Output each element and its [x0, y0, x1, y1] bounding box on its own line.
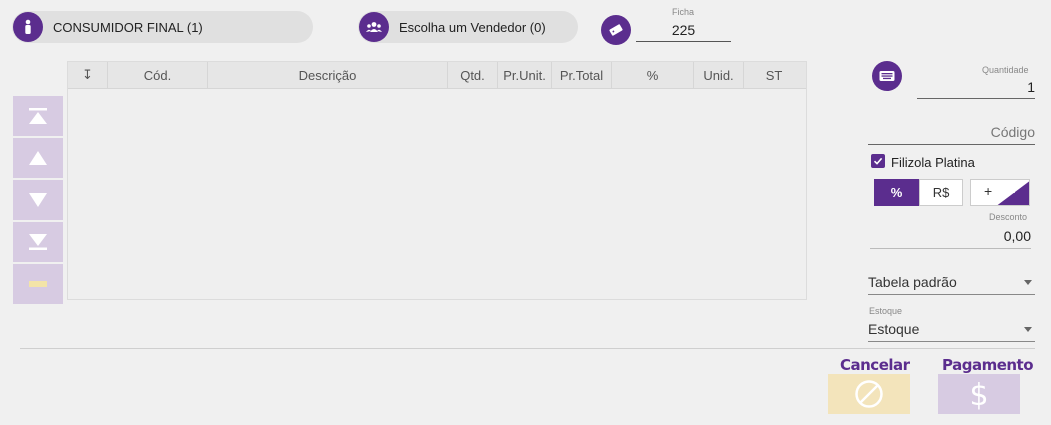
check-icon: [873, 157, 883, 165]
ticket-icon: [609, 24, 623, 36]
divider: [20, 348, 1035, 349]
dollar-icon: $: [969, 378, 988, 411]
ficha-field[interactable]: 225: [636, 22, 731, 42]
quantidade-field[interactable]: 1: [917, 79, 1035, 99]
move-down-button[interactable]: [13, 180, 63, 220]
column-unid[interactable]: Unid.: [694, 62, 744, 88]
person-icon: [13, 12, 43, 42]
cancel-label: Cancelar: [840, 356, 910, 374]
filizola-label: Filizola Platina: [891, 155, 975, 170]
keyboard-icon: [879, 71, 895, 81]
customer-selector[interactable]: CONSUMIDOR FINAL (1): [12, 11, 313, 43]
estoque-label: Estoque: [869, 306, 903, 316]
minus-label: -: [1011, 184, 1016, 199]
move-last-button[interactable]: [13, 222, 63, 262]
quantidade-label: Quantidade: [982, 65, 1029, 75]
minus-icon: [29, 281, 47, 287]
group-icon: [359, 12, 389, 42]
codigo-input[interactable]: Código: [868, 124, 1035, 145]
estoque-select[interactable]: Estoque: [868, 321, 1035, 342]
plus-label: +: [984, 183, 993, 199]
chevron-down-icon: [1024, 280, 1032, 285]
column-codigo[interactable]: Cód.: [108, 62, 208, 88]
customer-label: CONSUMIDOR FINAL (1): [53, 19, 203, 35]
column-qtd[interactable]: Qtd.: [448, 62, 498, 88]
cancel-button[interactable]: [828, 374, 910, 414]
column-st[interactable]: ST: [744, 62, 804, 88]
column-sort-icon[interactable]: ↧: [68, 62, 108, 88]
desconto-field[interactable]: 0,00: [870, 228, 1031, 249]
desconto-label: Desconto: [989, 212, 1028, 222]
discount-sign-toggle[interactable]: + -: [970, 179, 1030, 206]
arrow-up-icon: [29, 151, 47, 165]
seller-selector[interactable]: Escolha um Vendedor (0): [358, 11, 578, 43]
payment-button[interactable]: $: [938, 374, 1020, 414]
sign-toggle-shape: [997, 181, 1029, 205]
remove-item-button[interactable]: [13, 264, 63, 304]
column-descricao[interactable]: Descrição: [208, 62, 448, 88]
table-header: ↧ Cód. Descrição Qtd. Pr.Unit. Pr.Total …: [68, 62, 806, 89]
move-first-icon: [29, 108, 47, 124]
column-pr-unit[interactable]: Pr.Unit.: [498, 62, 552, 88]
discount-currency-toggle[interactable]: R$: [919, 179, 963, 206]
svg-text:$: $: [969, 378, 988, 411]
column-pr-total[interactable]: Pr.Total: [552, 62, 612, 88]
estoque-value: Estoque: [868, 321, 920, 337]
keyboard-button[interactable]: [872, 61, 902, 91]
tabela-value: Tabela padrão: [868, 274, 957, 290]
filizola-checkbox[interactable]: [871, 154, 885, 168]
items-table[interactable]: ↧ Cód. Descrição Qtd. Pr.Unit. Pr.Total …: [67, 61, 807, 300]
discount-percent-toggle[interactable]: %: [874, 179, 919, 206]
ticket-button[interactable]: [601, 15, 631, 45]
tabela-select[interactable]: Tabela padrão: [868, 274, 1035, 295]
payment-label: Pagamento: [942, 356, 1034, 374]
move-up-button[interactable]: [13, 138, 63, 178]
move-first-button[interactable]: [13, 96, 63, 136]
seller-label: Escolha um Vendedor (0): [399, 19, 546, 35]
move-last-icon: [29, 234, 47, 250]
ficha-label: Ficha: [672, 7, 695, 17]
cancel-icon: [855, 380, 883, 408]
arrow-down-icon: [29, 193, 47, 207]
column-percent[interactable]: %: [612, 62, 694, 88]
chevron-down-icon: [1024, 327, 1032, 332]
